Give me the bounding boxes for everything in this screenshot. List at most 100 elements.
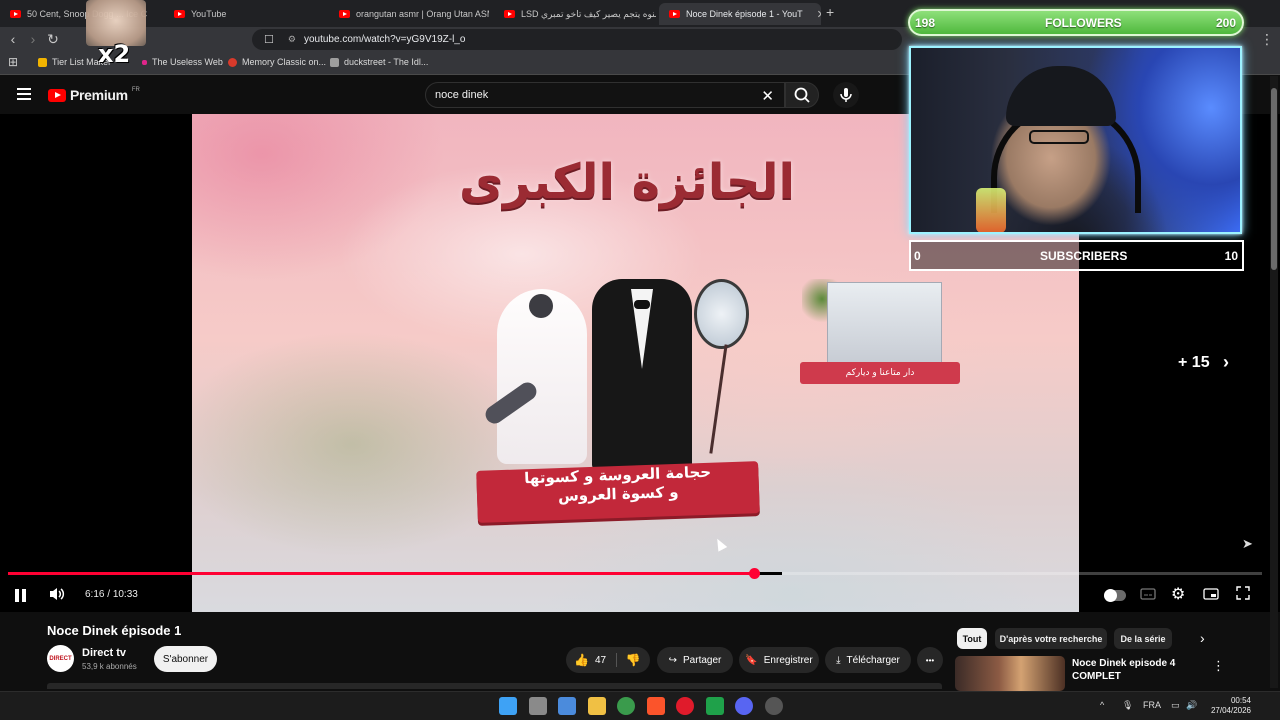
address-bar[interactable]: ☐ ⚙ youtube.com/watch?v=yG9V19Z-l_o [252,29,902,50]
tab-title: orangutan asmr | Orang Utan ASMR [356,9,489,19]
bookmark-item[interactable]: The Useless Web [142,57,223,67]
page-scrollbar[interactable] [1270,76,1278,688]
microphone-icon [840,88,852,102]
scrollbar-thumb[interactable] [1271,88,1277,270]
more-actions-button[interactable]: ••• [917,647,943,673]
youtube-favicon-icon [10,10,21,18]
url-text: youtube.com/watch?v=yG9V19Z-l_o [303,34,466,45]
followers-goal-bar: 198 FOLLOWERS 200 [908,9,1244,36]
youtube-favicon-icon [174,10,185,18]
bookmark-item[interactable]: duckstreet - The Idl... [330,57,428,67]
task-view-icon[interactable] [528,697,547,715]
opera-icon[interactable] [676,697,694,715]
video-title: Noce Dinek épisode 1 [47,623,182,638]
system-clock[interactable]: 00:54 27/04/2026 [1201,696,1251,716]
progress-played [8,572,755,575]
tab-title: LSD شنوه يتجم يصير كيف تاخو تمبري [521,8,656,19]
hamburger-menu-icon[interactable] [17,88,31,100]
channel-name[interactable]: Direct tv [82,647,126,659]
search-button[interactable] [785,82,819,108]
brave-icon[interactable] [646,697,665,715]
recommendation-title[interactable]: Noce Dinek episode 4 COMPLET [1072,657,1192,683]
bookmark-save-icon: 🔖 [745,654,758,666]
followers-label: FOLLOWERS [1045,16,1122,30]
like-dislike-divider [616,653,617,667]
search-input[interactable]: noce dinek ✕ [425,82,785,108]
channel-avatar[interactable]: DIRECT [47,645,74,672]
youtube-favicon-icon [339,10,350,18]
miniplayer-icon[interactable] [1203,586,1219,605]
captions-icon [1140,588,1156,600]
reload-icon[interactable]: ↻ [44,31,62,48]
store-icon[interactable] [558,697,576,715]
download-button[interactable]: ⤓ Télécharger [825,647,911,673]
browser-tab-active[interactable]: Noce Dinek épisode 1 - YouT ✕ [659,3,821,25]
discord-icon[interactable] [735,697,753,715]
bookmark-favicon-icon [330,57,339,67]
new-tab-button[interactable]: + [826,4,834,20]
browser-tab[interactable]: LSD شنوه يتجم يصير كيف تاخو تمبري [494,3,656,25]
obs-icon[interactable] [764,697,783,715]
bookmark-label: duckstreet - The Idl... [344,57,429,67]
settings-gear-icon[interactable]: ⚙ [1171,584,1185,604]
pause-icon[interactable] [15,589,27,602]
voice-search-button[interactable] [833,82,859,108]
share-button[interactable]: ↪ Partager [657,647,733,673]
recommendation-menu-icon[interactable]: ⋮ [1212,658,1225,674]
chrome-icon[interactable] [617,697,635,715]
dislike-button[interactable]: 👎 [618,647,648,673]
chip-from-search[interactable]: D'après votre recherche [995,628,1107,649]
skip-forward-label[interactable]: + 15 [1178,354,1210,372]
language-indicator[interactable]: FRA [1143,700,1161,710]
skip-forward-chevron-icon[interactable]: › [1223,352,1229,373]
browser-tab[interactable]: orangutan asmr | Orang Utan ASMR [329,3,489,25]
subtitles-icon[interactable] [1140,586,1156,605]
clear-search-icon[interactable]: ✕ [761,87,774,105]
volume-icon[interactable] [48,585,66,606]
site-info-icon[interactable]: ⚙ [288,34,296,45]
chip-from-series[interactable]: De la série [1114,628,1172,649]
share-arrow-icon: ↪ [668,654,678,666]
windows-start-icon[interactable] [499,697,517,715]
hood-dryer-image [694,279,749,349]
subscribe-button[interactable]: S'abonner [154,646,217,672]
chip-all[interactable]: Tout [957,628,987,649]
progress-bar[interactable] [8,568,1262,579]
browser-tab[interactable]: YouTube [164,3,324,25]
xbox-icon[interactable] [705,697,724,715]
tray-chevron-icon[interactable]: ^ [1100,700,1104,710]
video-details: Noce Dinek épisode 1 DIRECT Direct tv 53… [0,612,1280,691]
logo-text: Premium [70,87,128,103]
microphone-tray-icon[interactable]: 🎙 [1122,700,1133,711]
current-time: 6:16 [85,589,105,600]
bow-tie-image [634,300,650,309]
expand-icon [1236,586,1250,600]
house-image [802,274,952,374]
autoplay-toggle[interactable] [1104,589,1126,602]
bookmark-icon[interactable]: ☐ [264,33,274,46]
fullscreen-icon[interactable] [1236,586,1250,603]
network-icon[interactable]: ▭ [1171,700,1180,711]
subscribers-label: SUBSCRIBERS [1040,249,1128,263]
save-button[interactable]: 🔖 Enregistrer [739,647,819,673]
subscriber-count: 53,9 k abonnés [82,662,137,671]
chips-next-chevron-icon[interactable]: › [1200,630,1205,646]
speaker-icon [50,588,65,600]
bookmark-label: Memory Classic on... [242,57,327,67]
duration: 10:33 [112,589,138,600]
volume-tray-icon[interactable]: 🔊 [1186,700,1197,711]
next-video-icon[interactable]: ➤ [1242,536,1253,552]
file-explorer-icon[interactable] [587,697,606,715]
bookmark-favicon-icon [228,57,237,67]
rgb-light-image [976,188,1006,232]
recommendation-thumbnail[interactable] [955,656,1065,691]
youtube-premium-logo[interactable]: Premium FR [48,87,140,103]
menu-kebab-icon[interactable]: ⋮ [1258,31,1276,48]
subscribers-goal-bar: 0 SUBSCRIBERS 10 [909,240,1244,271]
forward-arrow-icon[interactable]: › [24,31,42,47]
bookmark-item[interactable]: Memory Classic on... [228,57,326,67]
back-arrow-icon[interactable]: ‹ [4,31,22,47]
close-tab-icon[interactable]: ✕ [817,8,821,21]
apps-grid-icon[interactable]: ⊞ [4,55,22,69]
youtube-play-logo-icon [48,88,66,102]
